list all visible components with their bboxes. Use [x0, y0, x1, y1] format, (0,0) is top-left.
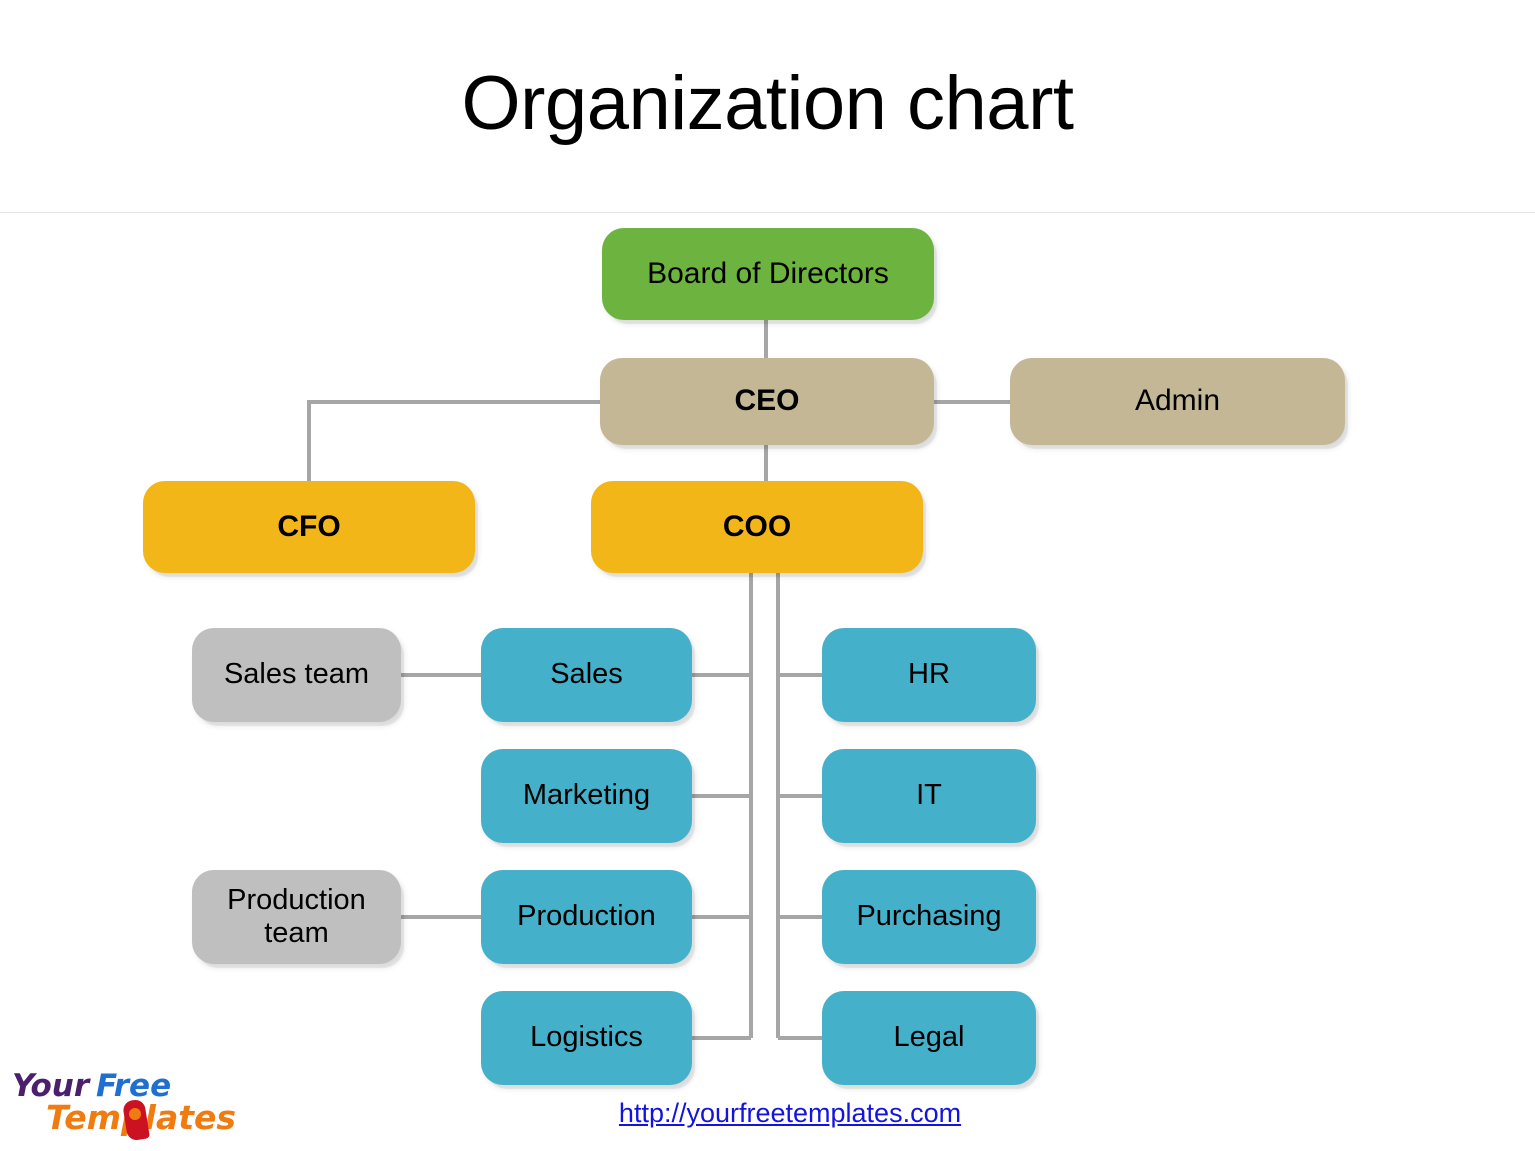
node-logistics[interactable]: Logistics	[481, 991, 692, 1085]
node-label: Production	[517, 900, 656, 933]
node-sales[interactable]: Sales	[481, 628, 692, 722]
node-label: Admin	[1134, 384, 1221, 418]
node-marketing[interactable]: Marketing	[481, 749, 692, 843]
footer-url-link[interactable]: http://yourfreetemplates.com	[560, 1098, 1020, 1129]
node-production[interactable]: Production	[481, 870, 692, 964]
node-sales_team[interactable]: Sales team	[192, 628, 401, 722]
organization-chart-page: Organization chart Board of Directors CE…	[0, 0, 1535, 1151]
node-label: IT	[916, 779, 942, 812]
node-label: Purchasing	[856, 900, 1002, 933]
node-label: Marketing	[522, 779, 651, 812]
node-label: Legal	[893, 1021, 965, 1054]
node-label: Sales	[550, 658, 623, 691]
node-coo[interactable]: COO	[591, 481, 923, 573]
node-cfo[interactable]: CFO	[143, 481, 475, 573]
yourfreetemplates-logo[interactable]: Your Free Templates	[8, 1068, 236, 1146]
node-label: HR	[908, 658, 950, 691]
node-label: COO	[722, 509, 792, 543]
node-label: CFO	[277, 509, 341, 543]
node-label: Logistics	[530, 1021, 643, 1054]
connector-lines	[307, 320, 1010, 1040]
node-legal[interactable]: Legal	[822, 991, 1036, 1085]
logo-mark-dot-icon	[129, 1108, 141, 1120]
node-label: Production team	[227, 883, 366, 949]
node-purchasing[interactable]: Purchasing	[822, 870, 1036, 964]
node-admin[interactable]: Admin	[1010, 358, 1345, 445]
node-hr[interactable]: HR	[822, 628, 1036, 722]
node-prod_team[interactable]: Production team	[192, 870, 401, 964]
node-label: CEO	[734, 384, 800, 418]
node-label: Board of Directors	[647, 256, 889, 290]
node-it[interactable]: IT	[822, 749, 1036, 843]
node-board[interactable]: Board of Directors	[602, 228, 934, 320]
node-label: Sales team	[223, 658, 370, 691]
node-ceo[interactable]: CEO	[600, 358, 934, 445]
